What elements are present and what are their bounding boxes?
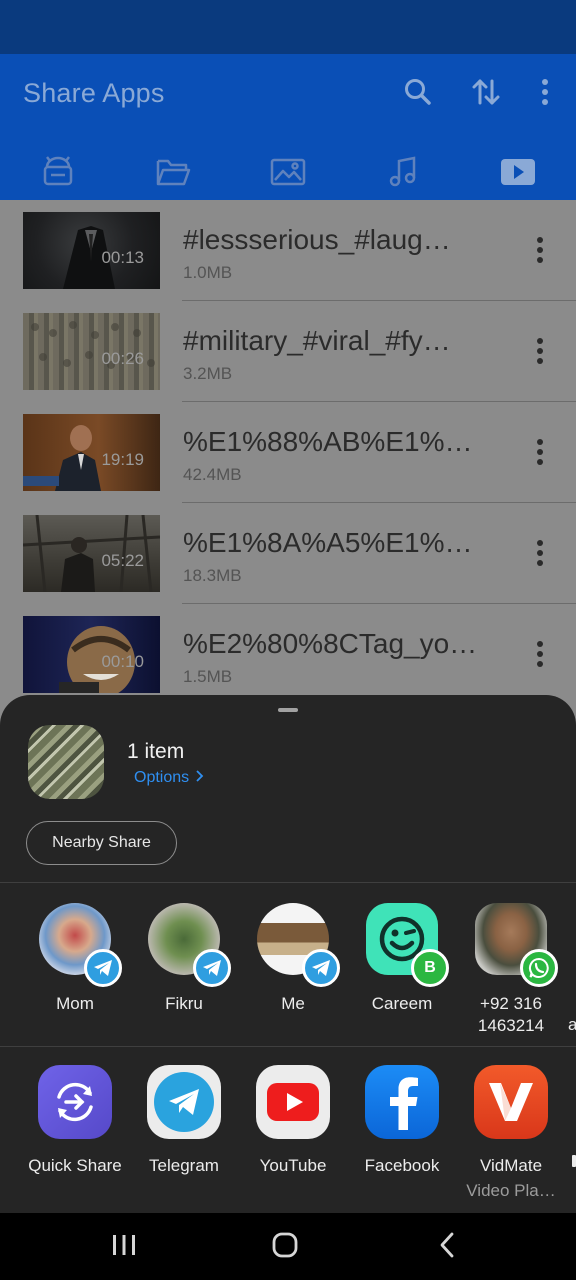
contact-share-target[interactable]: Mom [20, 903, 130, 1043]
share-sheet: 1 item Options Nearby Share Mom Fikru Me [0, 695, 576, 1213]
video-icon [500, 158, 536, 191]
contact-share-target[interactable]: Fikru [129, 903, 239, 1043]
screen: Share Apps 00:13 #lessserious_#laug… 1.0… [0, 0, 576, 1280]
search-icon[interactable] [402, 76, 434, 108]
list-item[interactable]: 00:10 %E2%80%8CTag_yo… 1.5MB [0, 604, 576, 705]
contact-name: Careem [371, 994, 433, 1013]
status-bar [0, 0, 576, 54]
more-vert-icon[interactable] [524, 335, 556, 367]
contact-name: Fikru [165, 994, 203, 1013]
tab-images[interactable] [230, 148, 345, 200]
divider [0, 882, 576, 883]
video-duration: 19:19 [101, 450, 144, 469]
drag-handle[interactable] [278, 708, 298, 712]
app-name: YouTube [259, 1156, 327, 1175]
tab-music[interactable] [345, 148, 460, 200]
more-vert-icon[interactable] [524, 436, 556, 468]
sort-icon[interactable] [470, 76, 502, 108]
telegram-icon [147, 1065, 221, 1139]
video-thumbnail: 05:22 [23, 515, 160, 592]
video-thumbnail: 00:26 [23, 313, 160, 390]
home-icon [271, 1231, 299, 1264]
app-name: VidMate [479, 1156, 543, 1175]
video-thumbnail: 00:10 [23, 616, 160, 693]
more-vert-icon[interactable] [524, 234, 556, 266]
video-size: 1.5MB [183, 667, 233, 686]
list-item[interactable]: 05:22 %E1%8A%A5%E1%8… 18.3MB [0, 503, 576, 604]
app-subtitle: Video Pla… [466, 1181, 556, 1200]
whatsapp-business-icon: B [411, 949, 449, 987]
app-title: Share Apps [23, 78, 165, 108]
app-name: Telegram [149, 1156, 219, 1175]
folder-icon [155, 157, 191, 192]
video-duration: 00:13 [101, 248, 144, 267]
video-size: 42.4MB [183, 465, 242, 484]
video-thumbnail: 00:13 [23, 212, 160, 289]
telegram-icon [302, 949, 340, 987]
image-icon [270, 157, 306, 192]
contact-name: Me [281, 994, 305, 1013]
video-duration: 05:22 [101, 551, 144, 570]
video-thumbnail: 19:19 [23, 414, 160, 491]
whatsapp-icon [520, 949, 558, 987]
app-bar: Share Apps [0, 54, 576, 200]
recents-icon [111, 1233, 137, 1262]
shared-item-preview [28, 725, 104, 799]
android-icon [41, 155, 75, 194]
options-link[interactable]: Options [134, 769, 204, 787]
music-icon [387, 155, 419, 193]
app-share-target[interactable]: Facebook [347, 1065, 457, 1205]
next-app-clipped [572, 1155, 576, 1167]
category-tabs [0, 148, 576, 200]
list-item[interactable]: 19:19 %E1%88%AB%E1%8… 42.4MB [0, 402, 576, 503]
contact-share-target[interactable]: B Careem [347, 903, 457, 1043]
contact-name-clipped: a [568, 1015, 576, 1034]
video-title: #lessserious_#laug… [183, 224, 451, 255]
item-count: 1 item [127, 740, 185, 763]
divider [0, 1046, 576, 1047]
nearby-share-button[interactable]: Nearby Share [26, 821, 177, 865]
more-vert-icon[interactable] [530, 76, 562, 108]
youtube-icon [256, 1065, 330, 1139]
recent-apps-button[interactable] [104, 1231, 144, 1263]
video-size: 1.0MB [183, 263, 233, 282]
tab-videos[interactable] [460, 148, 575, 200]
app-name: Facebook [364, 1156, 440, 1175]
app-share-target[interactable]: Telegram [129, 1065, 239, 1205]
back-icon [437, 1232, 457, 1263]
contact-share-target[interactable]: Me [238, 903, 348, 1043]
tab-files[interactable] [115, 148, 230, 200]
video-title: %E2%80%8CTag_yo… [183, 628, 478, 659]
tab-apps[interactable] [0, 148, 115, 200]
app-share-target[interactable]: Quick Share [20, 1065, 130, 1205]
back-button[interactable] [427, 1231, 467, 1263]
more-vert-icon[interactable] [524, 638, 556, 670]
app-name: Quick Share [28, 1156, 122, 1175]
vidmate-icon [474, 1065, 548, 1139]
contact-share-target[interactable]: +92 316 1463214 [456, 903, 566, 1043]
list-item[interactable]: 00:26 #military_#viral_#fy… 3.2MB [0, 301, 576, 402]
list-item[interactable]: 00:13 #lessserious_#laug… 1.0MB [0, 200, 576, 301]
quick-share-icon [38, 1065, 112, 1139]
video-size: 18.3MB [183, 566, 242, 585]
chevron-right-icon [194, 769, 204, 786]
video-title: #military_#viral_#fy… [183, 325, 451, 356]
contact-name: +92 316 1463214 [477, 994, 545, 1035]
app-share-target[interactable]: VidMate Video Pla… [456, 1065, 566, 1205]
telegram-icon [193, 949, 231, 987]
video-size: 3.2MB [183, 364, 233, 383]
home-button[interactable] [265, 1231, 305, 1263]
navigation-bar [0, 1213, 576, 1280]
video-duration: 00:10 [101, 652, 144, 671]
facebook-icon [365, 1065, 439, 1139]
app-share-target[interactable]: YouTube [238, 1065, 348, 1205]
more-vert-icon[interactable] [524, 537, 556, 569]
telegram-icon [84, 949, 122, 987]
video-title: %E1%8A%A5%E1%8… [183, 527, 488, 558]
contact-name: Mom [56, 994, 94, 1013]
options-label: Options [134, 769, 190, 786]
video-title: %E1%88%AB%E1%8… [183, 426, 488, 457]
video-duration: 00:26 [101, 349, 144, 368]
